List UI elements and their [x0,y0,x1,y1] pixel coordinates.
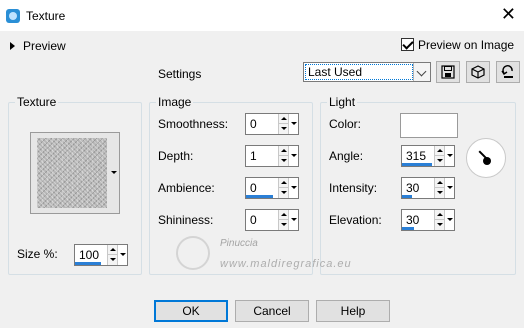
intensity-value-bar [402,195,412,198]
watermark-name: Pinuccia [220,238,258,249]
decrement-icon[interactable] [279,220,289,230]
increment-icon[interactable] [279,146,289,156]
preview-on-image-label[interactable]: Preview on Image [418,38,514,52]
increment-icon[interactable] [279,178,289,188]
smoothness-label: Smoothness: [158,117,229,131]
save-preset-icon [441,65,455,79]
depth-label: Depth: [158,149,194,163]
chevron-down-icon[interactable] [413,63,430,81]
reset-preset-button[interactable] [496,61,520,83]
title-bar: Texture ✕ [0,0,524,31]
depth-spinner-arrows [278,146,298,166]
elevation-spinner-arrows [434,210,454,230]
save-preset-button[interactable] [436,61,460,83]
angle-value-bar [402,163,432,166]
elevation-value: 30 [406,213,420,227]
increment-icon[interactable] [108,245,118,255]
intensity-value: 30 [406,181,420,195]
decrement-icon[interactable] [108,255,118,265]
intensity-label: Intensity: [329,181,378,195]
shininess-value: 0 [250,213,257,227]
decrement-icon[interactable] [435,188,445,198]
settings-preset-value: Last Used [305,64,413,80]
increment-icon[interactable] [279,210,289,220]
texture-dropdown-arrow-icon[interactable] [111,171,117,174]
intensity-spinner[interactable]: 30 [401,177,455,199]
smoothness-value: 0 [250,117,257,131]
ok-button[interactable]: OK [154,300,228,322]
elevation-spinner[interactable]: 30 [401,209,455,231]
shininess-spinner[interactable]: 0 [245,209,299,231]
shininess-spinner-arrows [278,210,298,230]
size-value: 100 [79,248,100,262]
color-label: Color: [329,117,362,131]
slider-dropdown-icon[interactable] [289,114,298,134]
size-value-bar [75,262,101,265]
slider-dropdown-icon[interactable] [445,210,454,230]
help-button[interactable]: Help [316,300,390,322]
size-spinner[interactable]: 100 [74,244,128,266]
decrement-icon[interactable] [435,220,445,230]
light-color-swatch[interactable] [400,113,458,138]
increment-icon[interactable] [435,146,445,156]
elevation-label: Elevation: [329,213,382,227]
reset-preset-icon [501,65,513,78]
slider-dropdown-icon[interactable] [118,245,127,265]
slider-dropdown-icon[interactable] [289,210,298,230]
depth-spinner[interactable]: 1 [245,145,299,167]
expand-arrow-icon [10,41,15,50]
texture-swatch[interactable] [30,132,120,214]
ambience-spinner[interactable]: 0 [245,177,299,199]
smoothness-spinner[interactable]: 0 [245,113,299,135]
cancel-button[interactable]: Cancel [235,300,309,322]
smoothness-spinner-arrows [278,114,298,134]
increment-icon[interactable] [435,210,445,220]
close-button[interactable]: ✕ [501,4,516,25]
slider-dropdown-icon[interactable] [445,178,454,198]
ambience-spinner-arrows [278,178,298,198]
window-title: Texture [26,9,66,23]
load-preset-icon [471,65,485,79]
slider-dropdown-icon[interactable] [445,146,454,166]
app-icon [6,9,20,23]
intensity-spinner-arrows [434,178,454,198]
decrement-icon[interactable] [279,124,289,134]
watermark-heart-icon [176,236,210,270]
size-label: Size %: [17,247,58,261]
texture-preview-image [37,138,107,208]
watermark-url: www.maldiregrafica.eu [220,258,352,270]
angle-dial[interactable] [466,138,506,178]
preview-on-image-checkbox[interactable] [401,38,414,51]
texture-group-title: Texture [15,95,59,109]
angle-spinner[interactable]: 315 [401,145,455,167]
load-preset-button[interactable] [466,61,490,83]
shininess-label: Shininess: [158,213,214,227]
light-group-title: Light [327,95,358,109]
settings-label: Settings [158,67,202,81]
increment-icon[interactable] [435,178,445,188]
decrement-icon[interactable] [279,156,289,166]
image-group-title: Image [156,95,194,109]
angle-dial-hub [483,157,491,165]
elevation-value-bar [402,227,414,230]
settings-preset-select[interactable]: Last Used [303,62,431,82]
decrement-icon[interactable] [435,156,445,166]
decrement-icon[interactable] [279,188,289,198]
ambience-value-bar [246,195,273,198]
slider-dropdown-icon[interactable] [289,178,298,198]
angle-label: Angle: [329,149,364,163]
size-spinner-arrows [107,245,127,265]
angle-spinner-arrows [434,146,454,166]
increment-icon[interactable] [279,114,289,124]
angle-value: 315 [406,149,427,163]
preview-label: Preview [23,38,66,53]
slider-dropdown-icon[interactable] [289,146,298,166]
depth-value: 1 [250,149,257,163]
ambience-label: Ambience: [158,181,215,195]
preview-expander[interactable]: Preview [10,38,66,53]
ambience-value: 0 [250,181,257,195]
